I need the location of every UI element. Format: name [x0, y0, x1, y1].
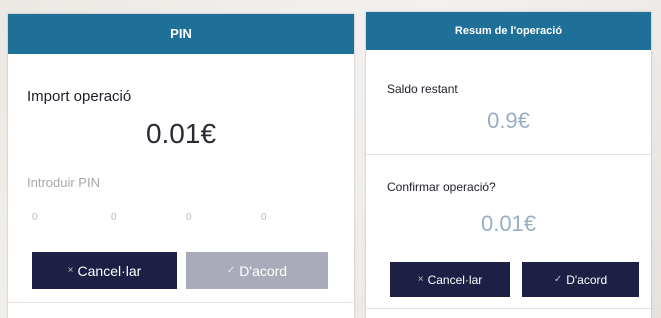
cancel-button[interactable]: × Cancel·lar	[32, 252, 177, 289]
pin-dialog-title: PIN	[8, 14, 354, 54]
ok-button-label: D'acord	[566, 272, 608, 287]
amount-label: Import operació	[27, 88, 132, 105]
x-icon: ×	[67, 265, 74, 276]
summary-dialog-title: Resum de l'operació	[366, 12, 651, 50]
divider	[366, 154, 651, 155]
cancel-button[interactable]: × Cancel·lar	[390, 262, 510, 297]
pin-digit[interactable]: 0	[261, 212, 267, 223]
amount-value: 0.01€	[145, 118, 217, 149]
divider	[8, 302, 354, 303]
confirm-amount: 0.01€	[480, 211, 537, 236]
x-icon: ×	[417, 274, 424, 285]
pin-digit[interactable]: 0	[111, 212, 117, 223]
summary-dialog: Resum de l'operació Saldo restant 0.9€ C…	[366, 12, 651, 318]
cancel-button-label: Cancel·lar	[427, 272, 483, 287]
ok-button[interactable]: ✓ D'acord	[522, 262, 639, 297]
check-icon: ✓	[553, 274, 563, 285]
pin-digit[interactable]: 0	[186, 212, 192, 223]
ok-button[interactable]: ✓ D'acord	[186, 252, 328, 289]
check-icon: ✓	[226, 265, 236, 276]
divider	[366, 308, 651, 309]
pin-dialog: PIN Import operació 0.01€ Introduir PIN …	[8, 14, 354, 318]
balance-value: 0.9€	[487, 108, 530, 133]
confirm-label: Confirmar operació?	[387, 180, 496, 194]
ok-button-label: D'acord	[239, 262, 288, 279]
pin-digit[interactable]: 0	[32, 212, 38, 223]
balance-label: Saldo restant	[387, 82, 458, 96]
pin-label: Introduir PIN	[27, 175, 100, 190]
cancel-button-label: Cancel·lar	[77, 262, 142, 279]
